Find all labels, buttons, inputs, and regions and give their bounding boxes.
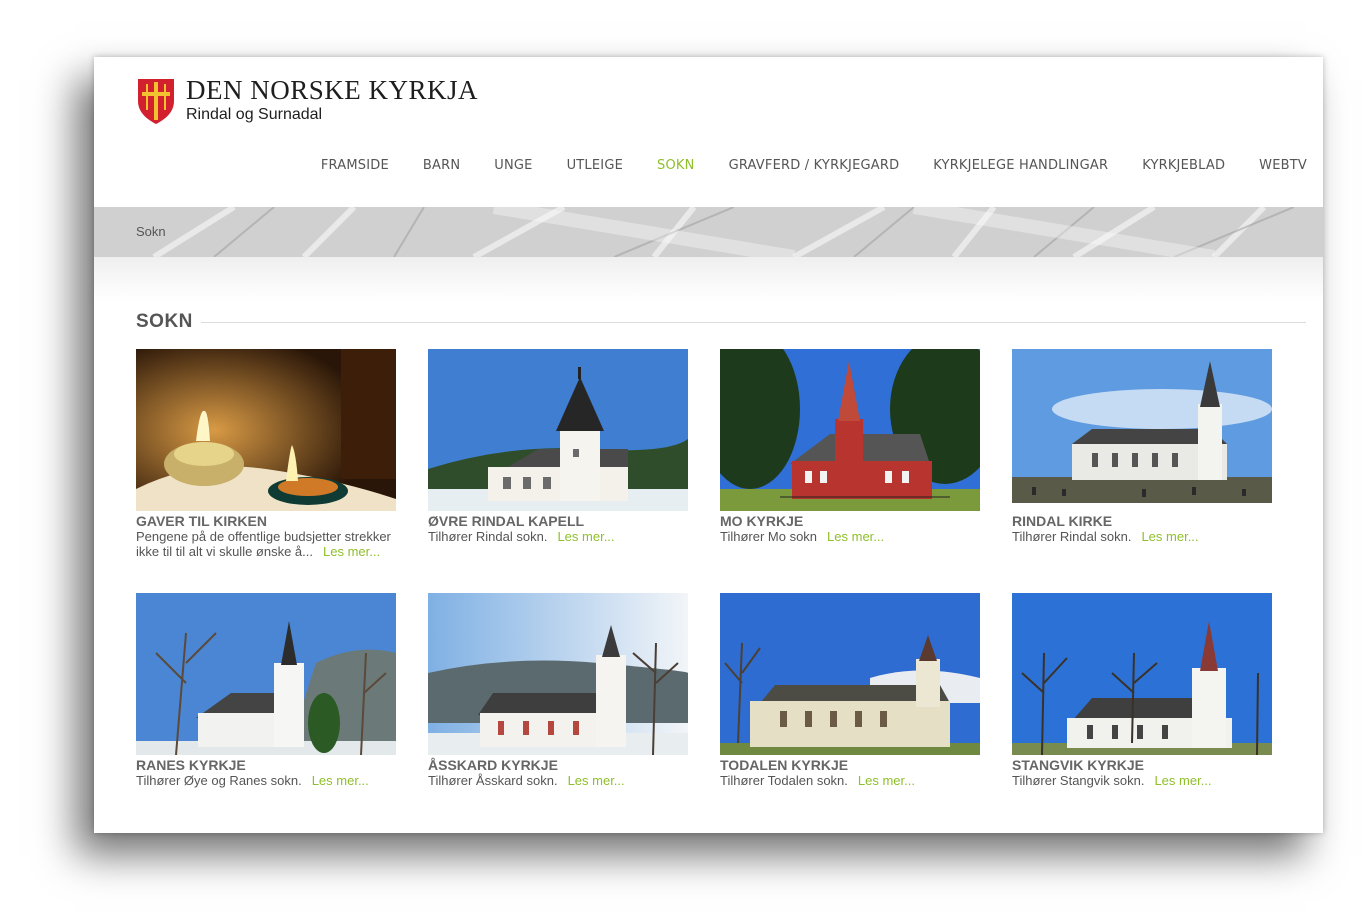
card-text: Tilhører Øye og Ranes sokn. Les mer... [136,773,398,788]
logo-title: DEN NORSKE KYRKJA [186,75,479,105]
card-image-link[interactable] [428,349,688,511]
card-image-link[interactable] [720,593,980,755]
nav-item-barn[interactable]: BARN [423,158,460,173]
card-image-link[interactable] [136,593,396,755]
nav-item-kyrkjeblad[interactable]: KYRKJEBLAD [1142,158,1225,173]
card-text-2: ikke til til alt vi skulle ønske å... Les… [136,544,398,559]
card-asskard-kyrkje: ÅSSKARD KYRKJE Tilhører Åsskard sokn. Les… [428,593,690,788]
read-more-link[interactable]: Les mer... [827,529,884,544]
card-text: Tilhører Stangvik sokn. Les mer... [1012,773,1274,788]
card-ranes-kyrkje: RANES KYRKJE Tilhører Øye og Ranes sokn.… [136,593,398,788]
red-church-image [720,349,980,511]
card-title: RINDAL KIRKE [1012,513,1113,529]
card-text-content: Tilhører Rindal sokn. [1012,529,1132,544]
read-more-link[interactable]: Les mer... [1154,773,1211,788]
card-image-link[interactable] [136,349,396,511]
breadcrumb-banner: Sokn [94,207,1323,257]
card-image-link[interactable] [1012,593,1272,755]
card-text: Tilhører Mo sokn Les mer... [720,529,982,544]
card-text-content: Tilhører Mo sokn [720,529,818,544]
nav-item-gravferd[interactable]: GRAVFERD / KYRKJEGARD [729,158,900,173]
read-more-link[interactable]: Les mer... [858,773,915,788]
nav-item-sokn[interactable]: SOKN [657,158,695,173]
card-text: Tilhører Rindal sokn. Les mer... [1012,529,1274,544]
read-more-link[interactable]: Les mer... [568,773,625,788]
card-todalen-kyrkje: TODALEN KYRKJE Tilhører Todalen sokn. Les… [720,593,982,788]
page: DEN NORSKE KYRKJA Rindal og Surnadal FRA… [94,57,1323,833]
section-title: SOKN [136,311,193,332]
card-image-link[interactable] [720,349,980,511]
white-church-cemetery-image [1012,349,1272,503]
nav-item-kyrkjelege-handlingar[interactable]: KYRKJELEGE HANDLINGAR [933,158,1108,173]
card-title: MO KYRKJE [720,513,804,529]
breadcrumb-current[interactable]: Sokn [136,224,166,239]
card-mo-kyrkje: MO KYRKJE Tilhører Mo sokn Les mer... [720,349,982,544]
white-church-trees-image [136,593,396,755]
card-title: ØVRE RINDAL KAPELL [428,513,585,529]
card-text-content: Tilhører Åsskard sokn. [428,773,558,788]
banner-fade [94,257,1323,301]
church-shield-icon [138,79,174,124]
card-gaver-til-kirken: GAVER TIL KIRKEN Pengene på de offentlig… [136,349,398,559]
card-text: Pengene på de offentlige budsjetter stre… [136,529,391,544]
banner-texture [94,207,1323,257]
card-stangvik-kyrkje: STANGVIK KYRKJE Tilhører Stangvik sokn. L… [1012,593,1274,788]
site-logo[interactable]: DEN NORSKE KYRKJA Rindal og Surnadal [136,75,478,129]
card-text-content: Tilhører Todalen sokn. [720,773,848,788]
card-image-link[interactable] [1012,349,1272,503]
card-text: Tilhører Åsskard sokn. Les mer... [428,773,690,788]
card-title: STANGVIK KYRKJE [1012,757,1144,773]
card-text-content: Tilhører Øye og Ranes sokn. [136,773,302,788]
card-title: ÅSSKARD KYRKJE [428,757,558,773]
card-image-link[interactable] [428,593,688,755]
nav-item-unge[interactable]: UNGE [494,158,532,173]
read-more-link[interactable]: Les mer... [557,529,614,544]
read-more-link[interactable]: Les mer... [312,773,369,788]
card-title: TODALEN KYRKJE [720,757,849,773]
nav-item-framside[interactable]: FRAMSIDE [321,158,389,173]
card-ovre-rindal-kapell: ØVRE RINDAL KAPELL Tilhører Rindal sokn.… [428,349,690,544]
candles-image [136,349,396,511]
white-chapel-image [428,349,688,511]
card-text-content: Tilhører Rindal sokn. [428,529,548,544]
main-nav: FRAMSIDE BARN UNGE UTLEIGE SOKN GRAVFERD… [287,158,1307,173]
white-church-spring-image [1012,593,1272,755]
card-title: RANES KYRKJE [136,757,246,773]
yellow-church-image [720,593,980,755]
nav-item-utleige[interactable]: UTLEIGE [567,158,623,173]
card-text-2-content: ikke til til alt vi skulle ønske å... [136,544,313,559]
card-text-content: Tilhører Stangvik sokn. [1012,773,1145,788]
card-title: GAVER TIL KIRKEN [136,513,267,529]
card-text: Tilhører Rindal sokn. Les mer... [428,529,690,544]
white-church-winter-image [428,593,688,755]
card-text: Tilhører Todalen sokn. Les mer... [720,773,982,788]
read-more-link[interactable]: Les mer... [323,544,380,559]
section-divider [201,322,1306,323]
card-rindal-kirke: RINDAL KIRKE Tilhører Rindal sokn. Les me… [1012,349,1274,544]
read-more-link[interactable]: Les mer... [1141,529,1198,544]
nav-item-webtv[interactable]: WEBTV [1259,158,1307,173]
logo-subtitle: Rindal og Surnadal [186,106,323,123]
